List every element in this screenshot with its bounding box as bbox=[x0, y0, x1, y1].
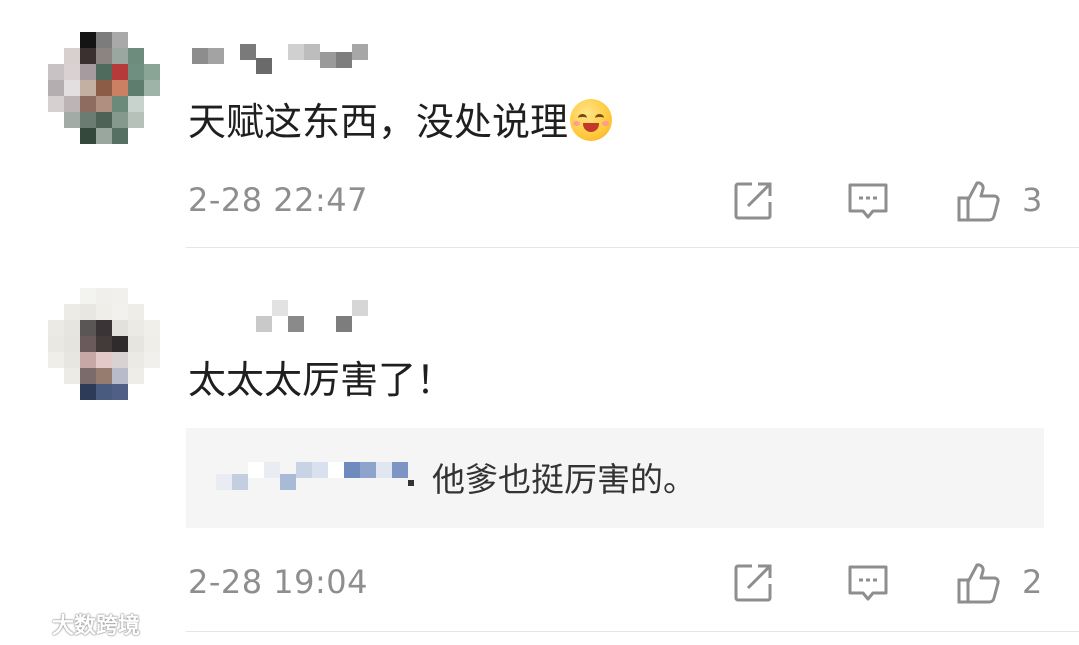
weibo-logo-icon bbox=[8, 612, 46, 635]
comment-text-body: 天赋这东西，没处说理 bbox=[188, 100, 569, 144]
like-count: 2 bbox=[1022, 563, 1043, 601]
comment-meta: 2-28 22:47 3 bbox=[0, 176, 1079, 226]
comment-item: 天赋这东西，没处说理 2-28 22:47 3 bbox=[0, 0, 1079, 248]
watermark-text: 大数跨境 bbox=[52, 614, 141, 639]
reply-preview[interactable]: 他爹也挺厉害的。 bbox=[186, 428, 1044, 528]
watermark: 大数跨境 bbox=[8, 608, 140, 640]
comment-text: 太太太厉害了！ bbox=[188, 358, 455, 402]
reply-username-censored[interactable] bbox=[216, 462, 414, 502]
comment-feed: 天赋这东西，没处说理 2-28 22:47 3 太太太厉害了！ 他爹也挺厉害的。… bbox=[0, 0, 1079, 645]
thumbs-up-icon[interactable] bbox=[955, 178, 1001, 224]
grinning-blush-emoji-icon bbox=[570, 99, 613, 141]
comment-meta: 2-28 19:04 2 bbox=[0, 558, 1079, 608]
like-count: 3 bbox=[1022, 181, 1043, 219]
timestamp: 2-28 19:04 bbox=[188, 563, 369, 601]
comment-icon[interactable] bbox=[845, 560, 891, 606]
share-icon[interactable] bbox=[730, 178, 776, 224]
divider bbox=[186, 631, 1079, 632]
share-icon[interactable] bbox=[730, 560, 776, 606]
username-censored[interactable] bbox=[192, 300, 368, 336]
comment-text: 天赋这东西，没处说理 bbox=[188, 98, 613, 146]
comment-icon[interactable] bbox=[845, 178, 891, 224]
avatar[interactable] bbox=[48, 288, 160, 400]
reply-text: 他爹也挺厉害的。 bbox=[432, 460, 696, 499]
timestamp: 2-28 22:47 bbox=[188, 181, 369, 219]
username-censored[interactable] bbox=[192, 44, 368, 80]
thumbs-up-icon[interactable] bbox=[955, 560, 1001, 606]
avatar[interactable] bbox=[48, 32, 160, 144]
comment-item: 太太太厉害了！ 他爹也挺厉害的。 2-28 19:04 2 bbox=[0, 248, 1079, 632]
